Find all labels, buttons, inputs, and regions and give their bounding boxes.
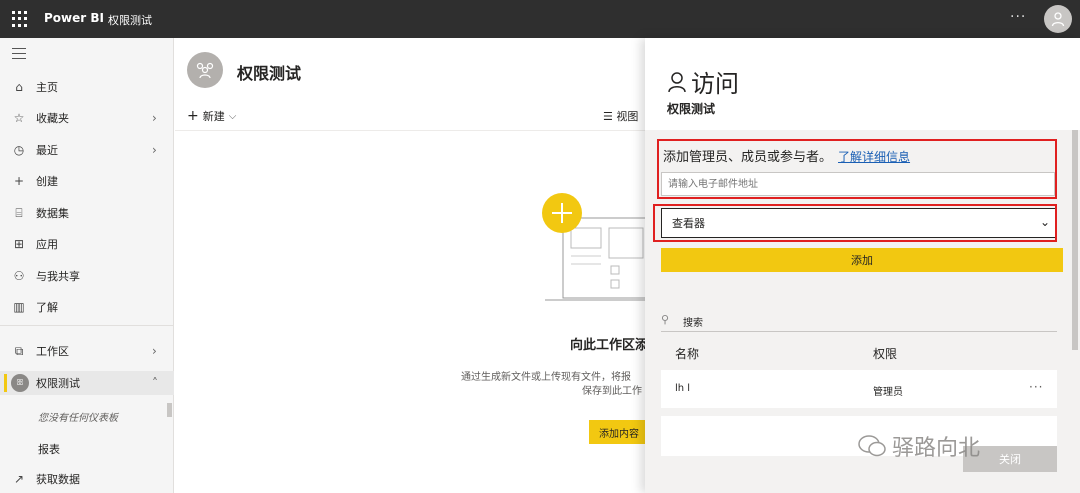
breadcrumb-workspace: 权限测试	[108, 14, 152, 27]
sidebar-item-label: 报表	[38, 443, 60, 456]
workspace-main: 权限测试 + 新建 ⌵ ☰ 视图 向此工作区添 通过生成新文件或上传现有文件，将…	[175, 38, 660, 493]
sidebar-item-label: 收藏夹	[36, 112, 69, 125]
highlight-box-email	[657, 139, 1057, 199]
column-header-name: 名称	[675, 347, 700, 361]
group-icon	[196, 62, 214, 79]
sidebar-item-shared-with-me[interactable]: ⚇ 与我共享	[0, 264, 174, 288]
sidebar-item-apps[interactable]: ⊞ 应用	[0, 232, 174, 256]
watermark: 驿路向北	[858, 430, 980, 462]
app-launcher-icon[interactable]	[12, 11, 28, 27]
more-options-icon[interactable]: ···	[1029, 380, 1043, 394]
sidebar-item-recent[interactable]: ◷ 最近 ›	[0, 138, 174, 162]
person-icon	[668, 71, 686, 92]
workspace-badge-icon: ꕥ	[11, 374, 29, 392]
sidebar-item-current-workspace[interactable]: ꕥ 权限测试 ˄	[0, 371, 174, 395]
clock-icon: ◷	[13, 143, 25, 157]
database-icon: ⌸	[15, 205, 23, 220]
sidebar-scrollbar[interactable]	[167, 403, 172, 417]
workspaces-icon: ⧉	[14, 343, 24, 358]
chevron-right-icon: ›	[152, 111, 157, 125]
search-icon: ⚲	[661, 313, 670, 326]
sidebar-item-get-data[interactable]: ↗ 获取数据	[0, 467, 174, 491]
sidebar-item-label: 数据集	[36, 207, 69, 220]
search-placeholder: 搜索	[683, 318, 703, 329]
panel-title-text: 访问	[691, 70, 739, 98]
add-content-button[interactable]: 添加内容	[589, 420, 649, 444]
new-button[interactable]: + 新建 ⌵	[187, 108, 236, 124]
empty-state-title: 向此工作区添	[570, 338, 649, 353]
view-button[interactable]: ☰ 视图	[603, 108, 638, 124]
plus-icon: +	[13, 174, 25, 188]
sidebar-item-label: 应用	[36, 238, 58, 251]
panel-scrollbar[interactable]	[1072, 130, 1078, 350]
chevron-up-icon: ˄	[152, 376, 158, 390]
sidebar-item-label: 了解	[36, 301, 58, 314]
nav-divider	[0, 325, 174, 326]
watermark-text: 驿路向北	[892, 436, 981, 461]
left-navigation: ⌂ 主页 ☆ 收藏夹 › ◷ 最近 › + 创建 ⌸ 数据集 ⊞ 应用 ⚇ 与我…	[0, 38, 174, 493]
share-icon: ⚇	[13, 269, 25, 283]
more-options-icon[interactable]: ···	[1010, 9, 1026, 25]
panel-subtitle: 权限测试	[667, 102, 716, 116]
sidebar-item-favorites[interactable]: ☆ 收藏夹 ›	[0, 106, 174, 130]
home-icon: ⌂	[15, 80, 23, 94]
chevron-right-icon: ›	[152, 344, 157, 358]
sidebar-item-label: 与我共享	[36, 270, 80, 283]
sidebar-item-create[interactable]: + 创建	[0, 169, 174, 193]
chevron-right-icon: ›	[152, 143, 157, 157]
member-name: lh l	[675, 383, 691, 394]
sidebar-item-label: 最近	[36, 144, 58, 157]
book-icon: ▥	[13, 300, 25, 314]
app-name[interactable]: Power BI	[44, 11, 104, 25]
top-bar: Power BI 权限测试 ···	[0, 0, 1080, 38]
star-icon: ☆	[13, 111, 25, 125]
toolbar-divider	[175, 130, 645, 131]
highlight-box-role	[653, 204, 1057, 242]
no-dashboards-text: 您没有任何仪表板	[38, 413, 118, 424]
page-title: 权限测试	[237, 64, 302, 83]
column-header-permission: 权限	[873, 347, 898, 361]
access-panel: 访问 权限测试 添加管理员、成员或参与者。了解详细信息 查看器 ⌄ 添加 ⚲ 搜…	[645, 38, 1080, 493]
sidebar-item-label: 权限测试	[36, 377, 80, 390]
sidebar-item-label: 工作区	[36, 345, 69, 358]
sidebar-item-learn[interactable]: ▥ 了解	[0, 295, 174, 319]
apps-icon: ⊞	[13, 237, 25, 251]
sidebar-item-label: 创建	[36, 175, 58, 188]
member-permission: 管理员	[873, 387, 903, 398]
person-icon	[1051, 12, 1065, 27]
chevron-down-icon: ⌵	[228, 110, 237, 122]
arrow-up-right-icon: ↗	[13, 472, 25, 486]
view-icon: ☰	[603, 110, 613, 123]
hamburger-icon[interactable]	[12, 48, 26, 63]
sidebar-item-label: 获取数据	[36, 473, 80, 486]
user-avatar[interactable]	[1044, 5, 1072, 33]
add-button[interactable]: 添加	[661, 248, 1063, 272]
sidebar-item-label: 主页	[36, 81, 58, 94]
plus-icon: +	[187, 108, 199, 124]
wechat-icon	[858, 435, 886, 457]
workspace-avatar	[187, 52, 223, 88]
sidebar-item-datasets[interactable]: ⌸ 数据集	[0, 201, 174, 225]
search-input[interactable]: ⚲ 搜索	[661, 310, 1057, 332]
empty-state-description-2: 保存到此工作	[582, 386, 642, 397]
sidebar-item-reports[interactable]: 报表	[0, 437, 174, 461]
table-row[interactable]: lh l 管理员 ···	[661, 370, 1057, 408]
new-button-label: 新建	[202, 110, 225, 123]
sidebar-item-home[interactable]: ⌂ 主页	[0, 75, 174, 99]
view-button-label: 视图	[616, 110, 639, 123]
sidebar-item-workspaces[interactable]: ⧉ 工作区 ›	[0, 339, 174, 363]
panel-title: 访问	[667, 64, 739, 99]
empty-state-description: 通过生成新文件或上传现有文件，将报	[461, 372, 631, 383]
